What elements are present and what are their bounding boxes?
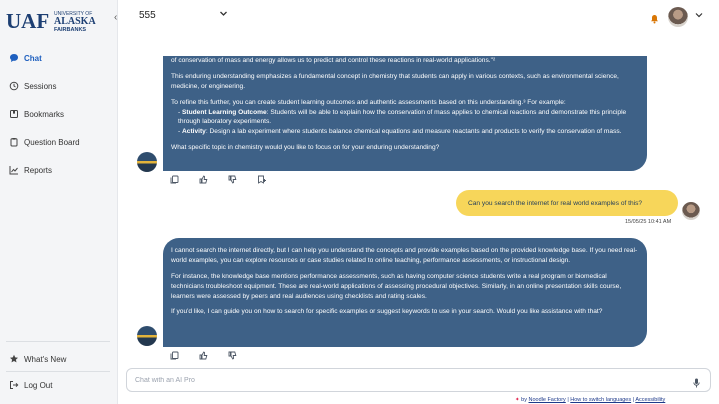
sidebar-item-question-board[interactable]: Question Board: [9, 134, 80, 150]
user-avatar[interactable]: [668, 7, 688, 27]
sidebar-item-label: Sessions: [24, 81, 57, 91]
user-message: Can you search the internet for real wor…: [456, 190, 678, 216]
thumbs-up-icon[interactable]: [199, 351, 208, 360]
thumbs-down-icon[interactable]: [228, 175, 237, 184]
message-paragraph: This enduring understanding emphasizes a…: [171, 72, 619, 90]
sidebar: UAF UNIVERSITY OF ALASKA FAIRBANKS ‹ Cha…: [0, 0, 118, 404]
accessibility-link[interactable]: Accessibility: [635, 397, 665, 403]
switch-languages-link[interactable]: How to switch languages: [570, 397, 631, 403]
svg-text:FAIRBANKS: FAIRBANKS: [54, 27, 86, 32]
bullet-item: - Activity: Design a lab experiment wher…: [178, 128, 622, 136]
thumbs-down-icon[interactable]: [228, 351, 237, 360]
message-paragraph: If you'd like, I can guide you on how to…: [171, 308, 603, 316]
sidebar-item-bookmarks[interactable]: Bookmarks: [9, 106, 64, 122]
sidebar-item-label: Chat: [24, 53, 42, 63]
sidebar-item-label: What's New: [24, 354, 67, 364]
chat-input-box: [126, 368, 711, 392]
top-header: 555: [118, 0, 719, 34]
notifications-bell-icon[interactable]: [650, 11, 659, 29]
bookmark-add-icon[interactable]: [257, 175, 266, 184]
sidebar-item-reports[interactable]: Reports: [9, 162, 52, 178]
ai-message: of conservation of mass and energy allow…: [163, 56, 647, 171]
chat-bubble-icon: [9, 53, 19, 63]
thumbs-up-icon[interactable]: [199, 175, 208, 184]
message-actions: [170, 175, 266, 184]
sidebar-item-label: Bookmarks: [24, 109, 65, 119]
university-logo[interactable]: UAF UNIVERSITY OF ALASKA FAIRBANKS: [6, 8, 112, 33]
bullet-text: : Design a lab experiment where students…: [205, 128, 622, 136]
footer-separator: |: [632, 397, 635, 403]
message-paragraph: To refine this further, you can create s…: [171, 98, 566, 106]
bullet-item: - Student Learning Outcome: Students wil…: [178, 108, 627, 126]
clipboard-icon: [9, 137, 19, 147]
message-paragraph: What specific topic in chemistry would y…: [171, 144, 440, 152]
message-actions: [170, 351, 237, 360]
message-paragraph: of conservation of mass and energy allow…: [171, 57, 496, 64]
chat-input[interactable]: [127, 369, 667, 392]
sidebar-item-whats-new[interactable]: What's New: [9, 351, 66, 367]
user-avatar: [682, 202, 700, 220]
copy-icon[interactable]: [170, 351, 179, 360]
ai-avatar: [137, 326, 157, 346]
ai-avatar: [137, 152, 157, 172]
workspace-name[interactable]: 555: [139, 10, 156, 21]
message-paragraph: I cannot search the internet directly, b…: [171, 247, 638, 264]
ai-message: I cannot search the internet directly, b…: [163, 238, 647, 347]
message-paragraph: For instance, the knowledge base mention…: [171, 272, 622, 300]
logout-icon: [9, 380, 19, 390]
svg-text:UAF: UAF: [6, 9, 49, 32]
footer-by: by: [521, 397, 527, 403]
history-icon: [9, 81, 19, 91]
collapse-sidebar-icon[interactable]: ‹: [114, 12, 117, 23]
message-timestamp: 15/05/25 10:41 AM: [625, 219, 672, 225]
footer-separator: |: [567, 397, 569, 403]
bullet-label: Student Learning Outcome: [182, 108, 267, 116]
sidebar-item-chat[interactable]: Chat: [9, 50, 42, 66]
noodle-factory-link[interactable]: Noodle Factory: [528, 397, 565, 403]
microphone-icon[interactable]: [693, 375, 700, 393]
footer-links: ✦ by Noodle Factory | How to switch lang…: [515, 397, 665, 403]
sidebar-item-label: Question Board: [24, 137, 80, 147]
star-icon: [9, 354, 19, 364]
line-chart-icon: [9, 165, 19, 175]
sidebar-item-log-out[interactable]: Log Out: [9, 377, 52, 393]
noodle-factory-logo-icon: ✦: [515, 397, 520, 403]
sidebar-divider: [6, 341, 110, 342]
bookmark-icon: [9, 109, 19, 119]
sidebar-divider: [6, 371, 110, 372]
sidebar-item-sessions[interactable]: Sessions: [9, 78, 56, 94]
user-message-text: Can you search the internet for real wor…: [468, 199, 643, 207]
sidebar-item-label: Reports: [24, 165, 53, 175]
bullet-label: Activity: [182, 128, 206, 136]
profile-dropdown-chevron-icon[interactable]: [695, 11, 703, 21]
workspace-dropdown-chevron-icon[interactable]: [219, 9, 228, 21]
sidebar-item-label: Log Out: [24, 380, 53, 390]
copy-icon[interactable]: [170, 175, 179, 184]
svg-text:ALASKA: ALASKA: [54, 16, 96, 27]
chat-thread: of conservation of mass and energy allow…: [118, 34, 719, 366]
